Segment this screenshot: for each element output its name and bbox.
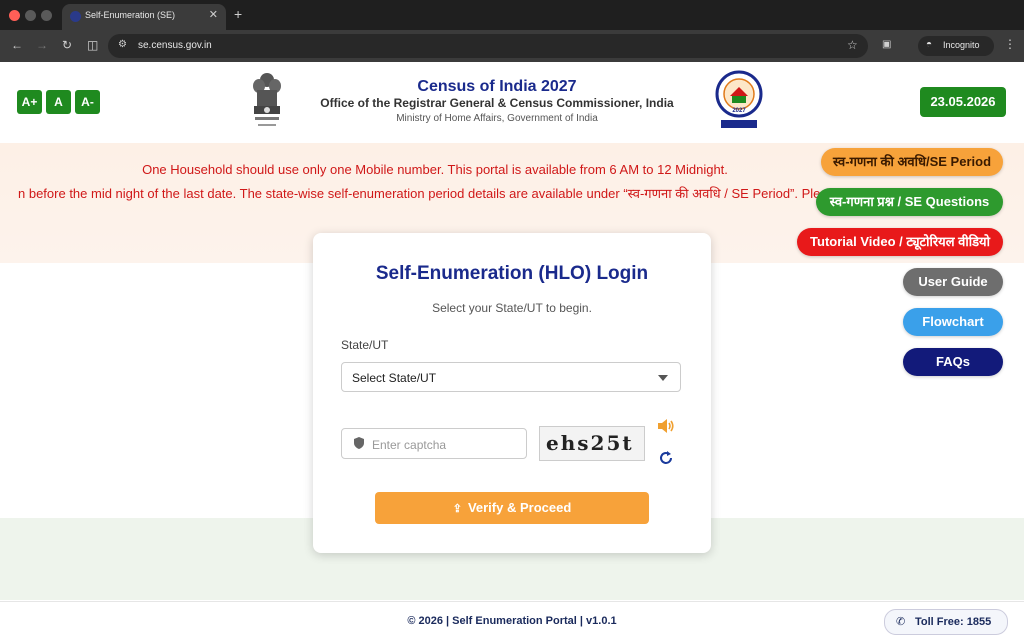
- login-title: Self-Enumeration (HLO) Login: [375, 263, 649, 284]
- site-settings-icon[interactable]: ⚙: [118, 39, 127, 50]
- font-decrease-button[interactable]: A-: [75, 90, 100, 114]
- notice-marquee: n before the mid night of the last date.…: [18, 186, 838, 201]
- se-questions-button[interactable]: स्व-गणना प्रश्न / SE Questions: [816, 188, 1003, 216]
- back-arrow-icon[interactable]: ←: [11, 38, 23, 52]
- bookmark-star-icon[interactable]: ☆: [847, 38, 858, 52]
- captcha-text: ehs25t: [546, 431, 634, 455]
- flowchart-button[interactable]: Flowchart: [903, 308, 1003, 336]
- captcha-image: ehs25t: [539, 426, 645, 461]
- state-select-value: Select State/UT: [352, 371, 437, 385]
- minimize-window-button[interactable]: [25, 10, 36, 21]
- toll-free-badge[interactable]: ✆ Toll Free: 1855: [884, 609, 1008, 635]
- close-window-button[interactable]: [9, 10, 20, 21]
- forward-arrow-icon[interactable]: →: [36, 38, 48, 52]
- share-icon: ⇪: [452, 503, 462, 515]
- se-period-button[interactable]: स्व-गणना की अवधि/SE Period: [821, 148, 1003, 176]
- site-title: Census of India 2027: [417, 78, 577, 95]
- browser-tab[interactable]: Self-Enumeration (SE) ✕: [62, 4, 226, 30]
- new-tab-button[interactable]: +: [234, 6, 242, 22]
- census-logo-year: 2027: [732, 108, 746, 114]
- site-footer: © 2026 | Self Enumeration Portal | v1.0.…: [0, 601, 1024, 640]
- state-label: State/UT: [341, 338, 389, 352]
- state-select[interactable]: Select State/UT: [341, 362, 681, 392]
- shield-icon: [354, 437, 364, 449]
- footer-copyright: © 2026 | Self Enumeration Portal | v1.0.…: [407, 615, 617, 627]
- browser-toolbar: ← → ↻ ◫ ⚙ se.census.gov.in: [0, 30, 1024, 62]
- phone-icon: ✆: [896, 616, 906, 628]
- site-header: A+ A A- Census of India 2027 Office of t…: [0, 62, 1024, 144]
- incognito-label: Incognito: [943, 40, 980, 50]
- tab-title: Self-Enumeration (SE): [85, 10, 176, 20]
- address-url: se.census.gov.in: [138, 40, 212, 51]
- login-card: Self-Enumeration (HLO) Login Select your…: [313, 233, 711, 553]
- reload-icon[interactable]: ↻: [62, 38, 72, 52]
- login-subtitle: Select your State/UT to begin.: [432, 301, 592, 315]
- font-normal-button[interactable]: A: [46, 90, 71, 114]
- captcha-placeholder: Enter captcha: [372, 438, 447, 452]
- split-view-icon[interactable]: ◫: [87, 38, 98, 52]
- speaker-icon[interactable]: [657, 418, 675, 434]
- toll-free-number: Toll Free: 1855: [915, 616, 992, 628]
- refresh-icon[interactable]: [658, 450, 674, 466]
- site-subtitle: Office of the Registrar General & Census…: [320, 96, 674, 110]
- verify-proceed-label: Verify & Proceed: [467, 500, 572, 515]
- notice-line-1: One Household should use only one Mobile…: [142, 162, 728, 177]
- tutorial-video-button[interactable]: Tutorial Video / ट्यूटोरियल वीडियो: [797, 228, 1003, 256]
- captcha-input[interactable]: Enter captcha: [341, 428, 527, 459]
- browser-tab-bar: Self-Enumeration (SE) ✕ +: [0, 0, 1024, 30]
- national-emblem-icon: [253, 73, 281, 126]
- cast-icon[interactable]: ▣: [882, 39, 891, 50]
- ministry-name: Ministry of Home Affairs, Government of …: [396, 113, 598, 124]
- census-logo-icon: 2027: [715, 70, 763, 128]
- site-favicon-icon: [70, 11, 81, 22]
- incognito-icon: ◓: [926, 39, 933, 50]
- chevron-down-icon: [658, 375, 668, 381]
- maximize-window-button[interactable]: [41, 10, 52, 21]
- user-guide-button[interactable]: User Guide: [903, 268, 1003, 296]
- tab-close-icon[interactable]: ✕: [209, 8, 218, 21]
- incognito-indicator[interactable]: ◓ Incognito: [918, 36, 994, 56]
- font-increase-button[interactable]: A+: [17, 90, 42, 114]
- address-bar[interactable]: ⚙ se.census.gov.in: [108, 34, 868, 58]
- faqs-button[interactable]: FAQs: [903, 348, 1003, 376]
- browser-menu-icon[interactable]: ⋮: [1004, 37, 1016, 51]
- verify-proceed-button[interactable]: ⇪ Verify & Proceed: [375, 492, 649, 524]
- date-badge: 23.05.2026: [920, 87, 1006, 117]
